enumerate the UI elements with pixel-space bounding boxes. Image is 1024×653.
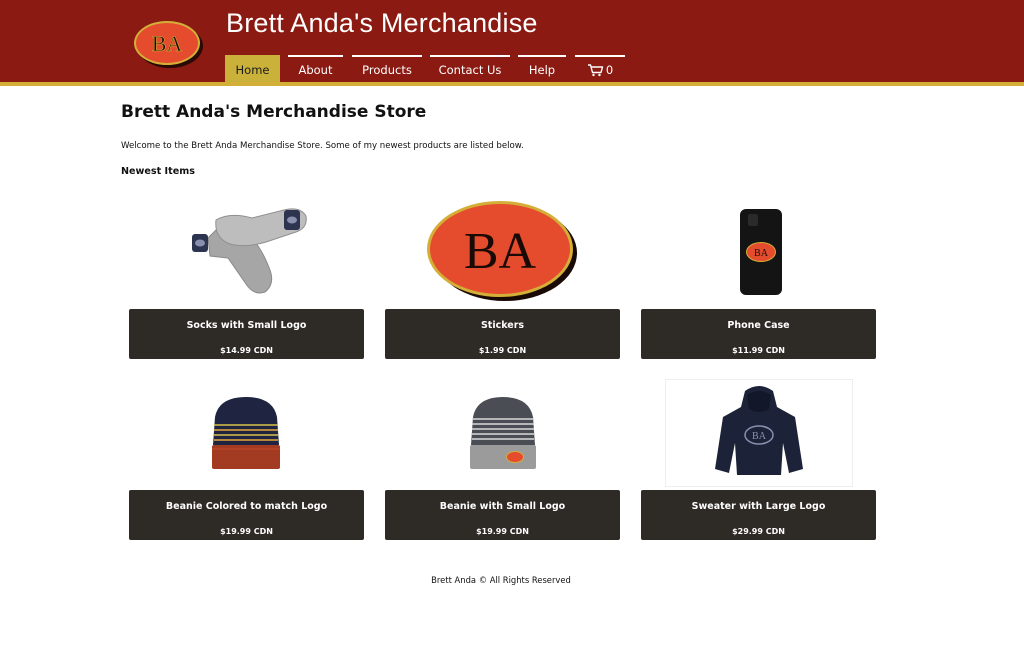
sticker-image[interactable]: BA (425, 198, 579, 304)
product-name: Phone Case (727, 320, 790, 331)
product-price: $19.99 CDN (476, 527, 529, 536)
cart-icon (587, 63, 604, 76)
phone-logo-text: BA (754, 248, 769, 259)
product-card-phone-case[interactable]: Phone Case $11.99 CDN (641, 309, 876, 359)
nav-about[interactable]: About (288, 55, 343, 83)
footer-copyright: Brett Anda © All Rights Reserved (431, 575, 571, 585)
product-card-grey-beanie[interactable]: Beanie with Small Logo $19.99 CDN (385, 490, 620, 540)
product-name: Beanie Colored to match Logo (165, 501, 328, 512)
product-name: Socks with Small Logo (186, 320, 307, 331)
header-divider (0, 82, 1024, 86)
intro-text: Welcome to the Brett Anda Merchandise St… (121, 141, 524, 151)
nav-products[interactable]: Products (352, 55, 422, 83)
product-card-socks[interactable]: Socks with Small Logo $14.99 CDN (129, 309, 364, 359)
nav-help[interactable]: Help (518, 55, 566, 83)
site-header: BA Brett Anda's Merchandise Home About P… (0, 0, 1024, 83)
section-heading: Newest Items (121, 166, 195, 177)
product-card-hoodie[interactable]: Sweater with Large Logo $29.99 CDN (641, 490, 876, 540)
nav-contact-us[interactable]: Contact Us (430, 55, 510, 83)
sticker-logo-text: BA (464, 223, 537, 280)
product-price: $11.99 CDN (732, 346, 785, 355)
product-name: Stickers (480, 320, 525, 331)
product-price: $14.99 CDN (220, 346, 273, 355)
nav-cart[interactable]: 0 (575, 55, 625, 83)
socks-image[interactable] (180, 198, 312, 298)
hoodie-logo-text: BA (752, 431, 767, 442)
product-name: Sweater with Large Logo (691, 501, 826, 512)
cart-count: 0 (605, 63, 614, 77)
product-price: $29.99 CDN (732, 527, 785, 536)
product-card-striped-beanie[interactable]: Beanie Colored to match Logo $19.99 CDN (129, 490, 364, 540)
site-title: Brett Anda's Merchandise (226, 8, 538, 38)
logo-text: BA (152, 31, 183, 56)
grey-beanie-image[interactable] (467, 395, 539, 471)
ba-logo[interactable]: BA (132, 19, 204, 69)
hoodie-image[interactable]: BA (665, 379, 853, 487)
striped-beanie-image[interactable] (209, 395, 283, 471)
product-name: Beanie with Small Logo (439, 501, 566, 512)
nav-home[interactable]: Home (225, 55, 280, 83)
page-title: Brett Anda's Merchandise Store (121, 102, 427, 122)
product-price: $19.99 CDN (220, 527, 273, 536)
product-price: $1.99 CDN (478, 346, 527, 355)
product-card-stickers[interactable]: Stickers $1.99 CDN (385, 309, 620, 359)
phone-case-image[interactable]: BA (738, 208, 784, 296)
